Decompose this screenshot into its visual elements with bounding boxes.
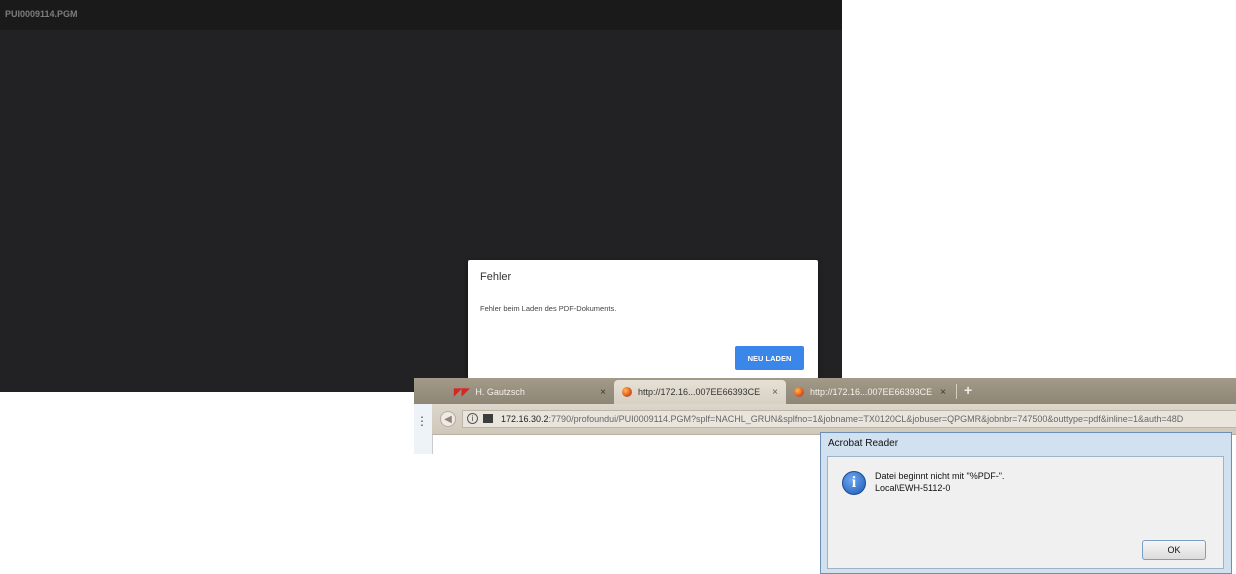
back-arrow-icon[interactable]: ◀ xyxy=(440,411,456,427)
navigation-bar: ◀ i 172.16.30.2:7790/profoundui/PUI00091… xyxy=(432,404,1236,435)
url-host: 172.16.30.2 xyxy=(501,414,549,424)
information-icon: i xyxy=(842,471,866,495)
page-icon xyxy=(483,414,493,423)
address-bar[interactable]: i 172.16.30.2:7790/profoundui/PUI0009114… xyxy=(462,410,1236,428)
acrobat-message-line-2: Local\EWH-5112-0 xyxy=(875,483,951,493)
tab-url[interactable]: http://172.16...007EE66393CE × xyxy=(786,380,954,404)
close-tab-icon[interactable]: × xyxy=(940,387,946,398)
firefox-icon xyxy=(794,387,804,397)
new-tab-button[interactable]: + xyxy=(964,382,972,398)
viewer-toolbar: PUI0009114.PGM xyxy=(0,0,842,30)
close-tab-icon[interactable]: × xyxy=(772,387,778,398)
close-tab-icon[interactable]: × xyxy=(600,387,606,398)
tab-label: H. Gautzsch xyxy=(475,387,525,397)
ok-button[interactable]: OK xyxy=(1142,540,1206,560)
tab-separator xyxy=(956,384,957,399)
gautzsch-logo-icon: ◤◤ xyxy=(454,386,470,398)
tab-active-url[interactable]: http://172.16...007EE66393CE × xyxy=(614,380,786,404)
info-icon[interactable]: i xyxy=(467,413,478,424)
acrobat-reader-dialog: Acrobat Reader i Datei beginnt nicht mit… xyxy=(820,432,1232,574)
acrobat-dialog-title: Acrobat Reader xyxy=(828,438,899,449)
tab-label: http://172.16...007EE66393CE xyxy=(638,387,761,397)
reload-button[interactable]: NEU LADEN xyxy=(735,346,804,370)
error-dialog-title: Fehler xyxy=(480,271,512,283)
menu-dots-icon[interactable]: ⋮ xyxy=(416,414,428,428)
url-path: :7790/profoundui/PUI0009114.PGM?splf=NAC… xyxy=(548,414,1184,424)
error-dialog: Fehler Fehler beim Laden des PDF-Dokumen… xyxy=(468,260,818,380)
firefox-icon xyxy=(622,387,632,397)
tab-label: http://172.16...007EE66393CE xyxy=(810,387,933,397)
document-title: PUI0009114.PGM xyxy=(5,9,78,19)
error-dialog-message: Fehler beim Laden des PDF-Dokuments. xyxy=(480,304,617,313)
url-text: 172.16.30.2:7790/profoundui/PUI0009114.P… xyxy=(501,414,1183,424)
acrobat-dialog-body: i Datei beginnt nicht mit "%PDF-". Local… xyxy=(827,456,1224,569)
tab-gautzsch[interactable]: ◤◤ H. Gautzsch × xyxy=(446,380,614,404)
tab-strip: ◤◤ H. Gautzsch × http://172.16...007EE66… xyxy=(414,378,1236,404)
acrobat-message-line-1: Datei beginnt nicht mit "%PDF-". xyxy=(875,471,1005,481)
pdf-viewer: PUI0009114.PGM Fehler Fehler beim Laden … xyxy=(0,0,842,392)
